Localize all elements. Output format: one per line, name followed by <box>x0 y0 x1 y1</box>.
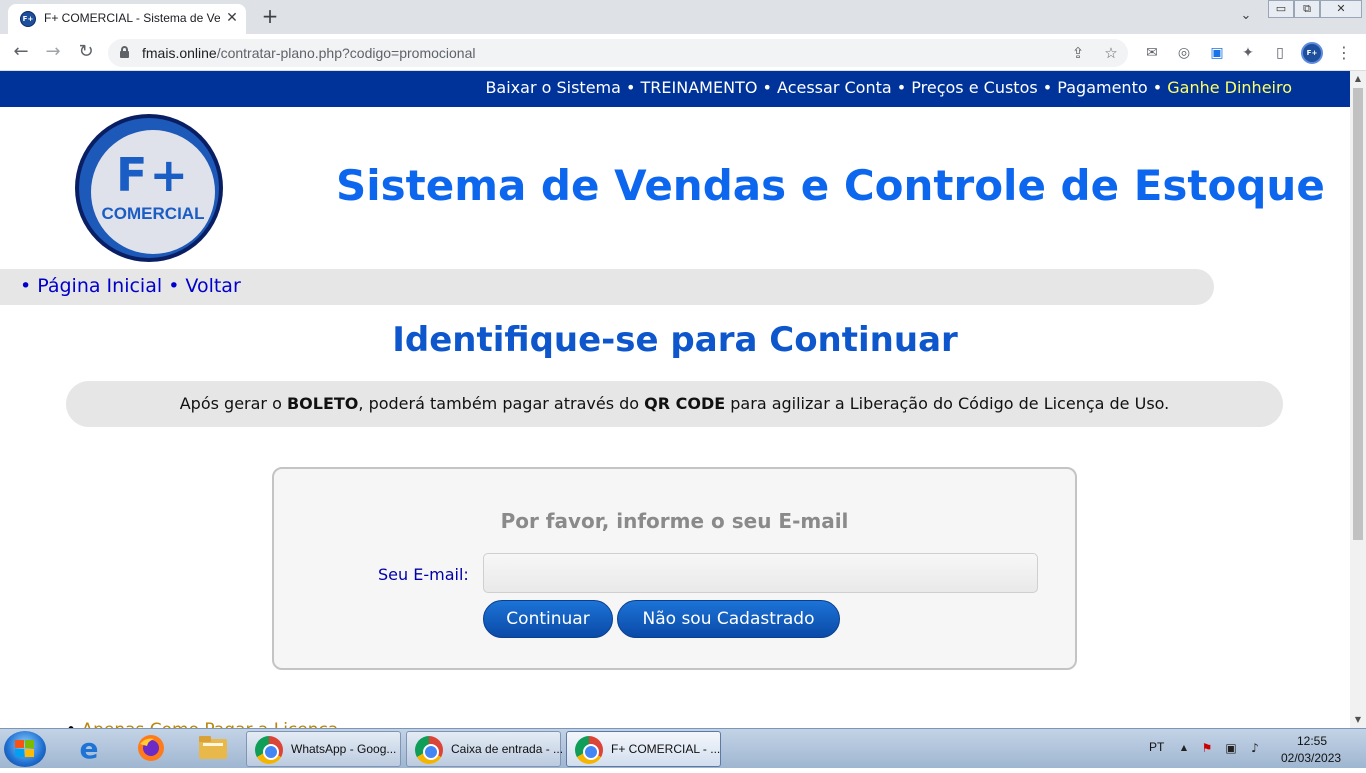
tab-title: F+ COMERCIAL - Sistema de Ven <box>44 11 220 25</box>
camera-extension-icon[interactable]: ◎ <box>1174 43 1194 63</box>
show-hidden-icons-arrow-icon[interactable]: ▲ <box>1176 740 1192 756</box>
not-registered-button[interactable]: Não sou Cadastrado <box>617 600 840 638</box>
network-icon[interactable]: ▣ <box>1223 740 1239 756</box>
address-bar[interactable]: fmais.online/contratar-plano.php?codigo=… <box>108 39 1128 67</box>
action-center-flag-icon[interactable]: ⚑ <box>1199 740 1215 756</box>
new-tab-button[interactable]: + <box>258 5 282 29</box>
scroll-up-arrow-icon[interactable]: ▲ <box>1350 71 1366 87</box>
file-explorer-icon[interactable] <box>196 733 230 765</box>
nav-separator: • <box>620 78 641 97</box>
clock-time[interactable]: 12:55 <box>1297 734 1327 748</box>
restore-button[interactable]: ⧉ <box>1294 0 1320 18</box>
chrome-icon <box>575 736 603 764</box>
forward-icon[interactable]: → <box>41 41 65 65</box>
breadcrumb-home-link[interactable]: • Página Inicial <box>20 275 162 297</box>
browser-tab-strip: F+ F+ COMERCIAL - Sistema de Ven ✕ + ⌄ ▭… <box>0 0 1366 34</box>
profile-avatar[interactable]: F+ <box>1301 42 1323 64</box>
windows-taskbar: e WhatsApp - Goog... Caixa de entrada - … <box>0 728 1366 768</box>
volume-icon[interactable]: ♪ <box>1247 740 1263 756</box>
start-button[interactable] <box>4 731 46 767</box>
side-panel-icon[interactable]: ▯ <box>1270 43 1290 63</box>
chrome-icon <box>415 736 443 764</box>
scroll-down-arrow-icon[interactable]: ▼ <box>1350 712 1366 728</box>
list-item[interactable]: • Apenas Como Pagar a Licença <box>66 720 338 728</box>
nav-separator: • <box>757 78 778 97</box>
nav-link-treinamento[interactable]: TREINAMENTO <box>641 78 758 97</box>
browser-tab-active[interactable]: F+ F+ COMERCIAL - Sistema de Ven ✕ <box>8 4 246 34</box>
translate-extension-icon[interactable]: ▣ <box>1207 43 1227 63</box>
lock-icon[interactable] <box>120 46 129 58</box>
url-text[interactable]: fmais.online/contratar-plano.php?codigo=… <box>142 45 475 61</box>
tab-search-icon[interactable]: ⌄ <box>1236 8 1256 26</box>
taskbar-item-inbox[interactable]: Caixa de entrada - ... <box>406 731 563 767</box>
nav-link-ganhe-dinheiro[interactable]: Ganhe Dinheiro <box>1167 78 1292 97</box>
site-title: Sistema de Vendas e Controle de Estoque <box>336 161 1325 210</box>
reload-icon[interactable]: ↻ <box>74 41 98 65</box>
top-nav-links: Baixar o Sistema • TREINAMENTO • Acessar… <box>485 78 1292 97</box>
page-scrollbar[interactable]: ▲ ▼ <box>1350 71 1366 728</box>
internet-explorer-icon[interactable]: e <box>72 733 106 765</box>
scroll-thumb[interactable] <box>1353 88 1363 540</box>
nav-link-precos[interactable]: Preços e Custos <box>911 78 1037 97</box>
breadcrumb: • Página Inicial • Voltar <box>20 275 241 297</box>
nav-link-acessar-conta[interactable]: Acessar Conta <box>777 78 892 97</box>
site-logo[interactable]: F+ COMERCIAL <box>75 114 223 262</box>
minimize-button[interactable]: ▭ <box>1268 0 1294 18</box>
nav-link-pagamento[interactable]: Pagamento <box>1057 78 1147 97</box>
breadcrumb-bar: • Página Inicial • Voltar <box>0 269 1214 305</box>
bookmark-star-icon[interactable]: ☆ <box>1101 43 1121 63</box>
taskbar-item-fcomercial[interactable]: F+ COMERCIAL - ... <box>566 731 721 767</box>
page-viewport: Baixar o Sistema • TREINAMENTO • Acessar… <box>0 71 1350 728</box>
nav-separator: • <box>1147 78 1168 97</box>
clock-date[interactable]: 02/03/2023 <box>1281 751 1341 765</box>
extensions-puzzle-icon[interactable]: ✦ <box>1238 43 1258 63</box>
browser-toolbar: ← → ↻ fmais.online/contratar-plano.php?c… <box>0 34 1366 71</box>
site-favicon-icon: F+ <box>20 11 36 27</box>
email-label: Seu E-mail: <box>378 565 469 584</box>
back-icon[interactable]: ← <box>9 41 33 65</box>
email-login-box: Por favor, informe o seu E-mail Seu E-ma… <box>272 467 1077 670</box>
language-indicator[interactable]: PT <box>1149 740 1164 754</box>
section-title: Identifique-se para Continuar <box>392 320 958 360</box>
nav-separator: • <box>1037 78 1058 97</box>
windows-logo-icon <box>15 740 35 758</box>
notice-text: Após gerar o BOLETO, poderá também pagar… <box>179 394 1170 413</box>
logo-sub-text: COMERCIAL <box>101 204 205 223</box>
browser-menu-icon[interactable]: ⋮ <box>1334 42 1354 64</box>
nav-separator: • <box>891 78 912 97</box>
close-window-button[interactable]: ✕ <box>1320 0 1362 18</box>
share-icon[interactable]: ⇪ <box>1068 43 1088 63</box>
logo-main-text: F+ <box>116 148 190 202</box>
boleto-notice: Após gerar o BOLETO, poderá também pagar… <box>66 381 1283 427</box>
nav-link-baixar[interactable]: Baixar o Sistema <box>485 78 620 97</box>
tab-close-icon[interactable]: ✕ <box>224 10 240 26</box>
login-box-title: Por favor, informe o seu E-mail <box>500 509 849 533</box>
mail-extension-icon[interactable]: ✉ <box>1142 43 1162 63</box>
breadcrumb-back-link[interactable]: • Voltar <box>168 275 241 297</box>
chrome-icon <box>255 736 283 764</box>
continue-button[interactable]: Continuar <box>483 600 613 638</box>
firefox-icon[interactable] <box>134 733 168 765</box>
top-navigation-bar: Baixar o Sistema • TREINAMENTO • Acessar… <box>0 71 1350 107</box>
taskbar-item-whatsapp[interactable]: WhatsApp - Goog... <box>246 731 401 767</box>
email-field[interactable] <box>483 553 1038 593</box>
